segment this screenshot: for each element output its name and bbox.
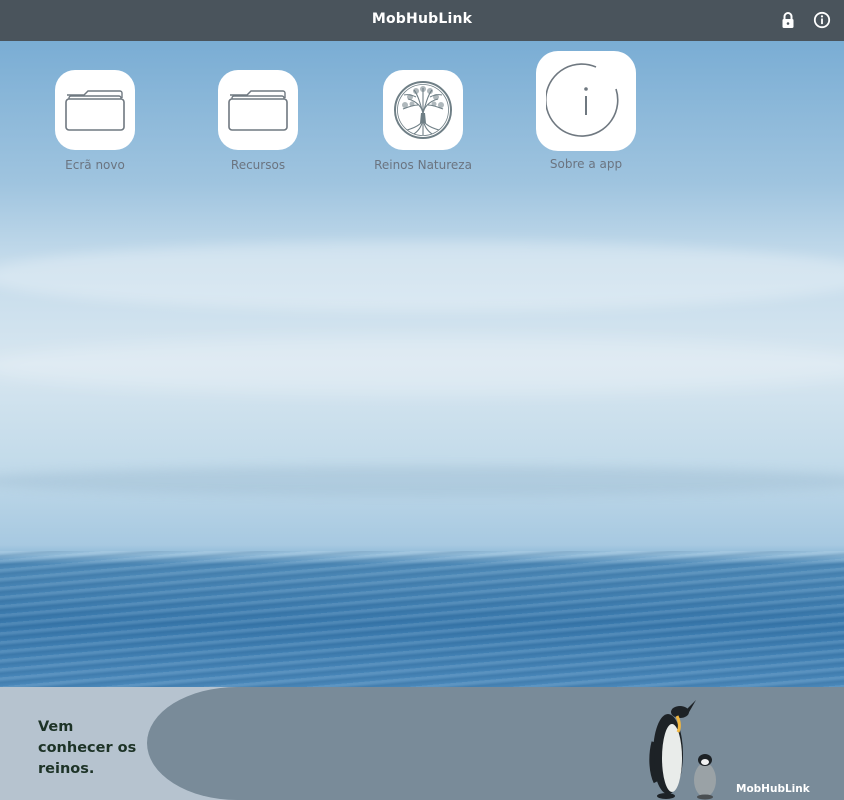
promo-banner[interactable]: Vem conhecer os reinos. MobHubLink — [0, 687, 844, 800]
app-reinos-natureza[interactable]: Reinos Natureza — [363, 70, 483, 172]
app-label: Reinos Natureza — [374, 158, 472, 172]
banner-slogan: Vem conhecer os reinos. — [38, 719, 137, 777]
folder-icon[interactable] — [55, 70, 135, 150]
app-ecra-novo[interactable]: Ecrã novo — [45, 70, 145, 172]
app-label: Sobre a app — [549, 157, 623, 171]
tree-of-life-icon[interactable] — [383, 70, 463, 150]
app-label: Ecrã novo — [65, 158, 125, 172]
app-label: Recursos — [230, 158, 286, 172]
folder-icon[interactable] — [218, 70, 298, 150]
top-bar: MobHubLink — [0, 0, 844, 41]
info-icon[interactable] — [536, 51, 636, 151]
banner-brand: MobHubLink — [736, 783, 810, 795]
penguins-image — [649, 700, 716, 800]
app-title: MobHubLink — [371, 11, 473, 27]
app-sobre-a-app[interactable]: Sobre a app — [531, 51, 641, 171]
app-recursos[interactable]: Recursos — [208, 70, 308, 172]
info-icon[interactable] — [813, 11, 831, 29]
lock-icon[interactable] — [779, 11, 797, 29]
